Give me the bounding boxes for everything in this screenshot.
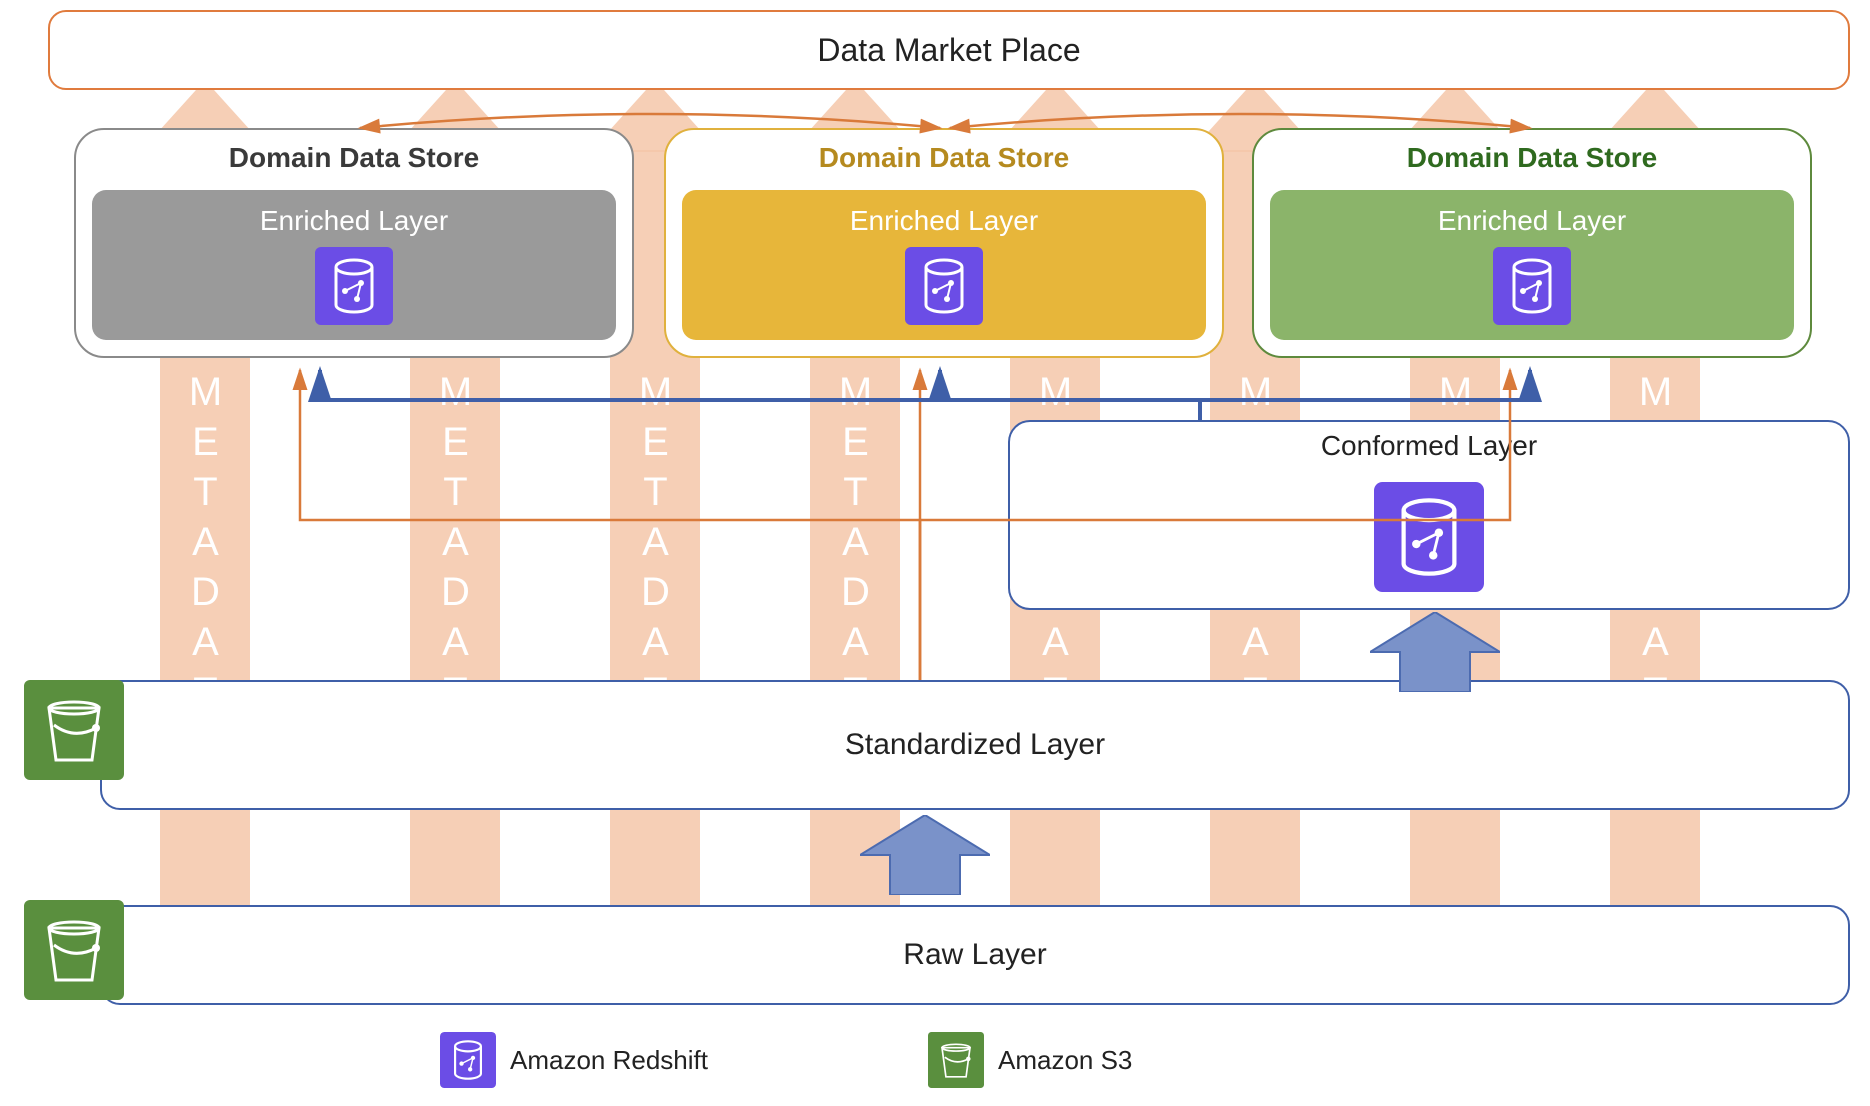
- up-arrow-raw-to-standardized: [860, 815, 990, 895]
- enriched-label-3: Enriched Layer: [1438, 205, 1626, 237]
- s3-icon-standardized: [24, 680, 124, 780]
- standardized-layer-box: Standardized Layer: [100, 680, 1850, 810]
- domain-data-store-3: Domain Data Store Enriched Layer: [1252, 128, 1812, 358]
- conformed-layer-box: Conformed Layer: [1008, 420, 1850, 610]
- enriched-layer-3: Enriched Layer: [1270, 190, 1794, 340]
- s3-bucket-icon: [24, 900, 124, 1000]
- redshift-icon: [315, 247, 393, 325]
- up-arrow-standardized-to-conformed: [1370, 612, 1500, 692]
- domain-data-store-2: Domain Data Store Enriched Layer: [664, 128, 1224, 358]
- standardized-label: Standardized Layer: [845, 728, 1105, 762]
- dds3-title: Domain Data Store: [1254, 142, 1810, 174]
- domain-data-store-1: Domain Data Store Enriched Layer: [74, 128, 634, 358]
- s3-bucket-icon: [928, 1032, 984, 1088]
- legend-s3-label: Amazon S3: [998, 1045, 1132, 1076]
- s3-icon-raw: [24, 900, 124, 1000]
- dds1-title: Domain Data Store: [76, 142, 632, 174]
- redshift-icon: [440, 1032, 496, 1088]
- legend-item-redshift: Amazon Redshift: [440, 1032, 708, 1088]
- data-marketplace-box: Data Market Place: [48, 10, 1850, 90]
- redshift-icon: [1493, 247, 1571, 325]
- legend-item-s3: Amazon S3: [928, 1032, 1132, 1088]
- dds2-title: Domain Data Store: [666, 142, 1222, 174]
- raw-layer-box: Raw Layer: [100, 905, 1850, 1005]
- legend-redshift-label: Amazon Redshift: [510, 1045, 708, 1076]
- enriched-layer-2: Enriched Layer: [682, 190, 1206, 340]
- enriched-label-2: Enriched Layer: [850, 205, 1038, 237]
- redshift-icon: [905, 247, 983, 325]
- enriched-layer-1: Enriched Layer: [92, 190, 616, 340]
- redshift-icon: [1374, 482, 1484, 592]
- data-marketplace-label: Data Market Place: [817, 32, 1080, 69]
- conformed-redshift-wrap: [1374, 482, 1484, 597]
- conformed-label: Conformed Layer: [1321, 430, 1537, 462]
- raw-label: Raw Layer: [903, 938, 1046, 972]
- legend: Amazon Redshift Amazon S3: [440, 1032, 1132, 1088]
- s3-bucket-icon: [24, 680, 124, 780]
- enriched-label-1: Enriched Layer: [260, 205, 448, 237]
